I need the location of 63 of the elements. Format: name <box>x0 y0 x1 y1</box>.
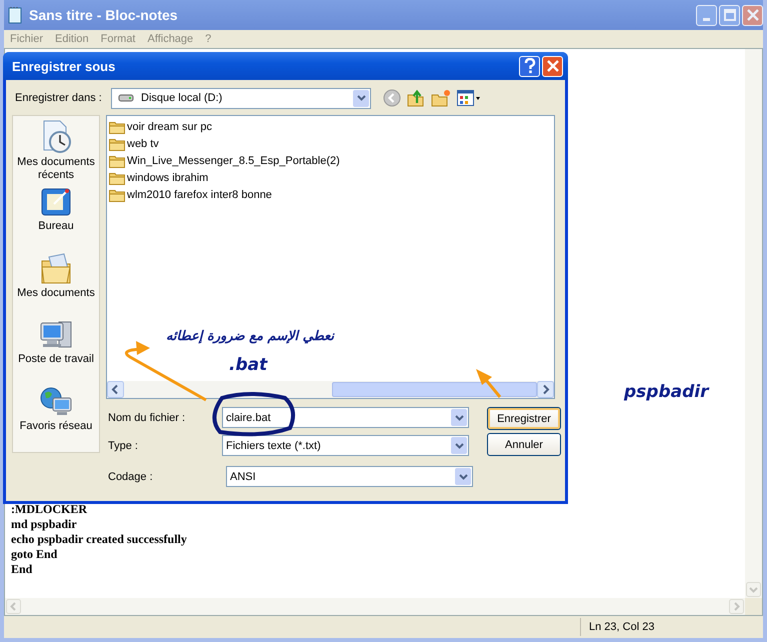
arrow <box>476 369 502 398</box>
folder-item[interactable]: voir dream sur pc <box>109 118 552 135</box>
folder-icon <box>109 154 125 168</box>
close-icon <box>546 60 558 72</box>
folder-icon <box>109 136 125 150</box>
folder-item[interactable]: web tv <box>109 135 552 152</box>
place-item[interactable]: Mes documents <box>13 252 99 316</box>
drive-icon <box>118 93 134 103</box>
cursor-position: Ln 23, Col 23 <box>580 618 654 636</box>
annotation-text: .bat <box>229 355 268 375</box>
horizontal-scrollbar[interactable] <box>107 381 554 398</box>
save-in-dropdown[interactable]: Disque local (D:) <box>111 88 371 108</box>
place-item[interactable]: Bureau <box>13 186 99 249</box>
text-line: echo pspbadir created successfully <box>11 532 188 547</box>
text-line: End <box>11 562 34 577</box>
file-name-field[interactable]: claire.bat <box>222 407 469 428</box>
minimize-button[interactable] <box>696 4 717 26</box>
vertical-scrollbar[interactable] <box>745 49 762 598</box>
folder-up-icon[interactable] <box>407 89 425 107</box>
folder-icon <box>109 188 125 202</box>
text-line: :MDLOCKER <box>11 502 88 517</box>
desktop-icon <box>40 186 72 218</box>
notepad-icon <box>7 6 23 24</box>
window-title: Sans titre - Bloc-notes <box>29 7 178 23</box>
dropdown[interactable]: Fichiers texte (*.txt) <box>222 435 469 456</box>
place-item[interactable]: Favoris réseau <box>13 386 99 448</box>
help-button[interactable] <box>519 56 540 76</box>
text-line: md pspbadir <box>11 517 78 532</box>
save-in-label: Enregistrer dans : <box>14 92 103 104</box>
folder-icon <box>109 120 125 134</box>
close-button[interactable] <box>742 4 763 26</box>
back-icon[interactable] <box>383 89 401 107</box>
maximize-button[interactable] <box>719 4 740 26</box>
minimize-icon <box>703 18 710 20</box>
close-icon <box>746 9 758 21</box>
caret-icon <box>356 95 366 101</box>
caret-icon <box>458 474 468 480</box>
maximize-icon <box>724 9 736 21</box>
view-menu-icon[interactable] <box>457 90 481 106</box>
folder-item[interactable]: windows ibrahim <box>109 169 552 186</box>
place-item[interactable]: Mes documents récents <box>13 120 99 182</box>
folder-icon <box>109 170 125 184</box>
close-button[interactable] <box>542 56 563 76</box>
place-item[interactable]: Poste de travail <box>13 319 99 382</box>
field-label: Type : <box>108 440 139 452</box>
text-line: goto End <box>11 547 58 562</box>
new-folder-icon[interactable] <box>431 89 451 107</box>
save-button[interactable]: Enregistrer <box>487 407 561 430</box>
documents-folder-icon <box>40 252 72 285</box>
annotation-text: نعطي الإسم مع ضرورة إعطائه <box>164 329 336 344</box>
question-mark-icon <box>524 58 536 74</box>
folder-item[interactable]: wlm2010 farefox inter8 bonne <box>109 186 552 203</box>
dialog-title: Enregistrer sous <box>12 58 116 74</box>
signature-text: pspbadir <box>624 382 708 402</box>
cancel-button[interactable]: Annuler <box>487 433 561 456</box>
field-label: Nom du fichier : <box>108 412 186 424</box>
globe-computer-icon <box>39 386 73 418</box>
folder-item[interactable]: Win_Live_Messenger_8.5_Esp_Portable(2) <box>109 152 552 169</box>
scrollbar-thumb[interactable] <box>332 382 537 397</box>
field-label: Codage : <box>108 470 154 482</box>
caret-icon <box>454 414 464 420</box>
caret-icon <box>454 442 464 448</box>
dropdown[interactable]: ANSI <box>226 466 473 487</box>
